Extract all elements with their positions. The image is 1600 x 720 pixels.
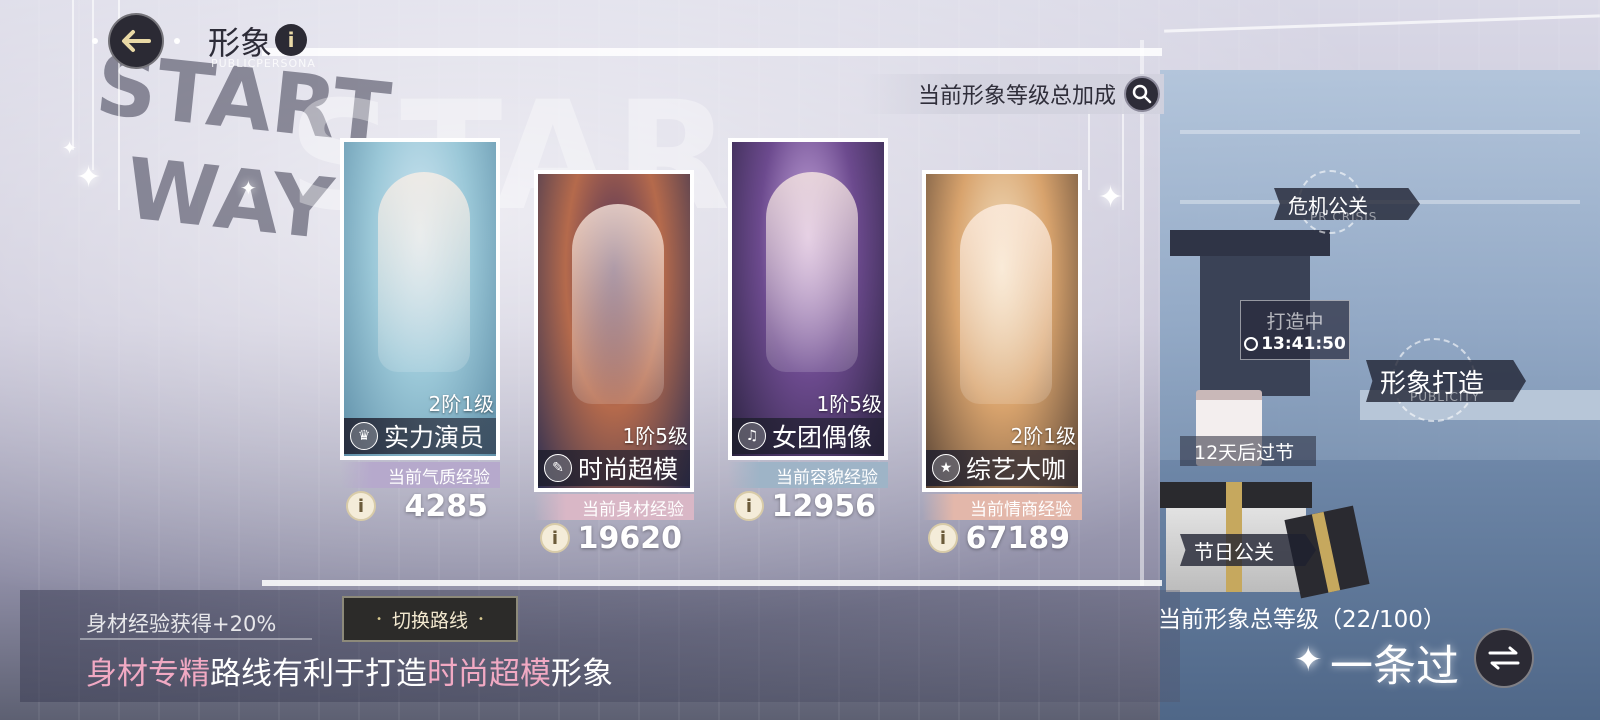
level-bonus-button[interactable]: 当前形象等级总加成: [862, 74, 1164, 114]
timer-time-row: 13:41:50: [1244, 334, 1346, 354]
character-silhouette: [378, 172, 470, 372]
level-bonus-label: 当前形象等级总加成: [917, 84, 1116, 109]
card-name: 综艺大咖: [966, 455, 1067, 484]
persona-build-sub: PUBLICITY: [1410, 390, 1481, 404]
sparkle-icon: ✦: [76, 160, 102, 195]
festival-pr-button[interactable]: 节日公关: [1180, 534, 1316, 566]
stat-value: 12956: [771, 488, 876, 524]
persona-card[interactable]: 2阶1级 ★ 综艺大咖: [922, 170, 1082, 492]
card-tier: 1阶5级: [622, 424, 688, 448]
role-emblem-icon: ♛: [350, 422, 378, 450]
hanging-chain: [92, 0, 94, 170]
dot-icon: •: [478, 613, 484, 625]
route-bonus-text: 身材经验获得+20%: [86, 612, 277, 636]
search-icon: [1124, 76, 1160, 112]
card-name: 时尚超模: [578, 455, 679, 484]
route-name: 身材专精: [86, 656, 210, 692]
office-counter: [1170, 230, 1330, 256]
swap-arrows-icon: [1488, 646, 1520, 670]
route-target: 时尚超模: [427, 656, 551, 692]
title-info-button[interactable]: i: [275, 24, 307, 56]
persona-build-button[interactable]: 形象打造 PUBLICITY: [1366, 360, 1526, 402]
stat-label: 当前容貌经验: [728, 462, 888, 488]
current-persona-name: 一条过: [1330, 642, 1459, 692]
stat-label: 当前情商经验: [922, 494, 1082, 520]
back-button[interactable]: [108, 13, 164, 69]
card-name-bar: ♛ 实力演员: [344, 418, 496, 454]
card-tier: 1阶5级: [816, 392, 882, 416]
stat-row: i 19620: [534, 518, 694, 558]
stat-info-button[interactable]: i: [346, 491, 376, 521]
persona-card[interactable]: 1阶5级 ♫ 女团偶像: [728, 138, 888, 460]
frame-diagonal: [1164, 14, 1600, 33]
frame-top: [262, 48, 1162, 56]
switch-route-button[interactable]: • 切换路线 •: [342, 596, 518, 642]
character-silhouette: [960, 204, 1052, 404]
role-emblem-icon: ✎: [544, 454, 572, 482]
dot-icon: •: [376, 613, 382, 625]
sparkle-icon: ✦: [240, 176, 257, 200]
stat-row: i 12956: [728, 486, 888, 526]
card-name-bar: ✎ 时尚超模: [538, 450, 690, 486]
card-name-bar: ♫ 女团偶像: [732, 418, 884, 454]
back-dot: [92, 38, 98, 44]
card-name-bar: ★ 综艺大咖: [926, 450, 1078, 486]
route-description: 身材专精路线有利于打造时尚超模形象: [86, 648, 613, 693]
stat-info-button[interactable]: i: [928, 523, 958, 553]
stat-info-button[interactable]: i: [540, 523, 570, 553]
role-emblem-icon: ★: [932, 454, 960, 482]
persona-card[interactable]: 1阶5级 ✎ 时尚超模: [534, 170, 694, 492]
clock-icon: [1244, 336, 1259, 351]
character-silhouette: [572, 204, 664, 404]
stat-label: 当前气质经验: [340, 462, 500, 488]
festival-countdown: 12天后过节: [1180, 436, 1316, 466]
stat-value: 4285: [404, 488, 489, 524]
frame-right: [1140, 40, 1144, 586]
card-name: 实力演员: [384, 423, 485, 452]
timer-status: 打造中: [1266, 310, 1324, 333]
card-tier: 2阶1级: [428, 392, 494, 416]
pr-crisis-button[interactable]: 危机公关 PR CRISIS: [1274, 188, 1420, 220]
stat-value: 67189: [965, 520, 1070, 556]
arrow-left-icon: [122, 30, 151, 52]
stat-info-button[interactable]: i: [734, 491, 764, 521]
stat-value: 19620: [577, 520, 682, 556]
sparkle-icon: ✦: [1294, 640, 1323, 680]
role-emblem-icon: ♫: [738, 422, 766, 450]
office-shelf: [1180, 130, 1580, 134]
back-dot: [174, 38, 180, 44]
card-tier: 2阶1级: [1010, 424, 1076, 448]
bonus-underline: [80, 638, 312, 640]
frame-bottom: [262, 580, 1162, 586]
sparkle-icon: ✦: [62, 138, 78, 159]
festival-pr-label: 节日公关: [1194, 539, 1274, 564]
character-silhouette: [766, 172, 858, 372]
page-subtitle: PUBLICPERSONA: [211, 57, 316, 70]
persona-card[interactable]: 2阶1级 ♛ 实力演员: [340, 138, 500, 460]
festival-countdown-label: 12天后过节: [1194, 441, 1295, 464]
route-desc-mid: 路线有利于打造: [210, 656, 427, 692]
switch-route-label: 切换路线: [391, 609, 468, 632]
sparkle-icon: ✦: [1098, 180, 1124, 215]
total-level: 当前形象总等级（22/100）: [1158, 607, 1446, 633]
stat-row: i 67189: [922, 518, 1082, 558]
build-timer: 打造中 13:41:50: [1240, 300, 1350, 360]
hanging-chain: [72, 0, 74, 150]
card-name: 女团偶像: [772, 423, 873, 452]
swap-persona-button[interactable]: [1474, 628, 1534, 688]
gift-ribbon: [1311, 511, 1341, 593]
stat-label: 当前身材经验: [534, 494, 694, 520]
stat-row: i 4285: [340, 486, 500, 526]
route-desc-end: 形象: [551, 656, 613, 692]
timer-time: 13:41:50: [1261, 333, 1346, 354]
